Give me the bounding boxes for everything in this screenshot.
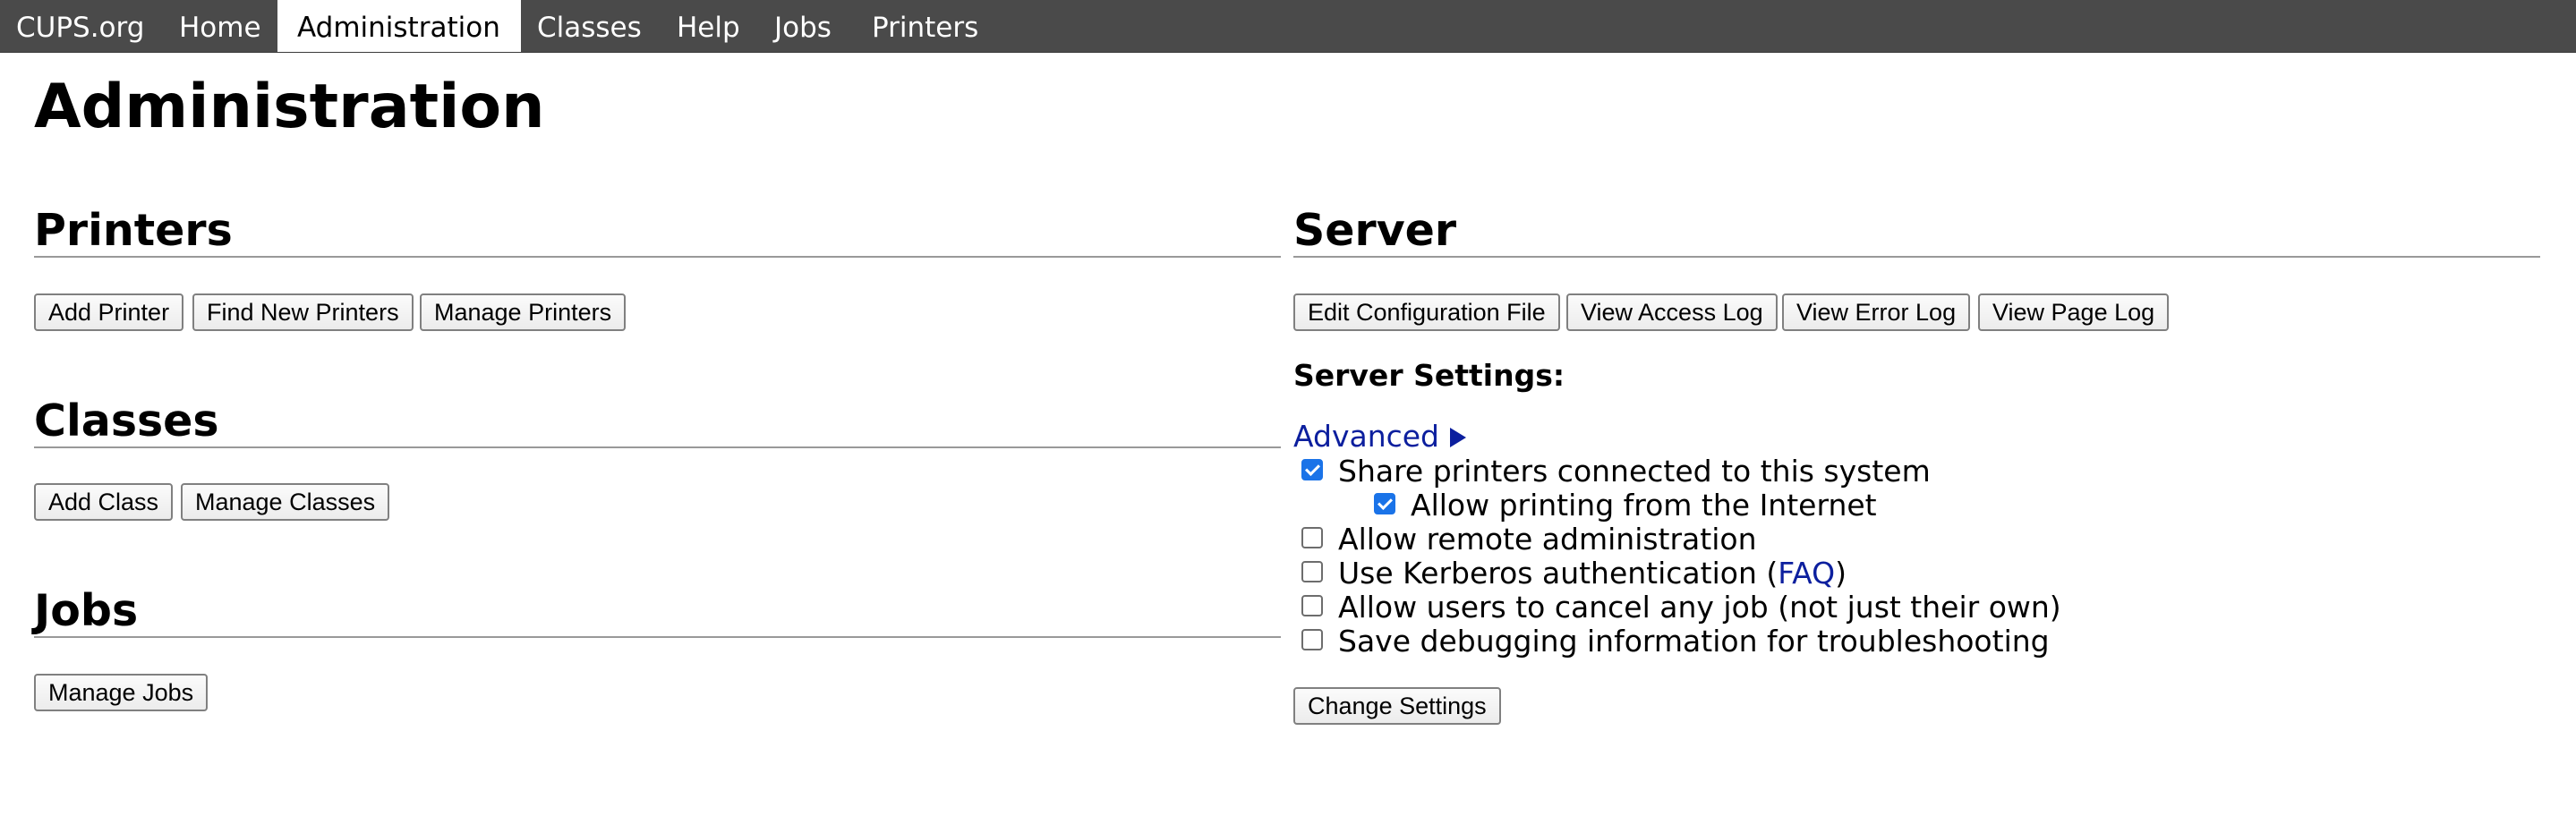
share-printers-label: Share printers connected to this system: [1338, 454, 1931, 489]
manage-jobs-button[interactable]: Manage Jobs: [34, 674, 209, 711]
cancel-any-job-label: Allow users to cancel any job (not just …: [1338, 590, 2061, 625]
kerberos-authentication-label: Use Kerberos authentication (FAQ): [1338, 558, 1847, 588]
share-printers-checkbox[interactable]: [1301, 459, 1323, 480]
view-error-log-button[interactable]: View Error Log: [1782, 293, 1971, 331]
kerberos-label-close: ): [1835, 556, 1847, 591]
nav-cups-org[interactable]: CUPS.org: [0, 0, 160, 52]
edit-configuration-file-button[interactable]: Edit Configuration File: [1293, 293, 1560, 331]
server-divider: [1293, 256, 2540, 258]
nav-classes[interactable]: Classes: [521, 0, 658, 52]
printers-divider: [34, 256, 1281, 258]
printers-heading: Printers: [34, 205, 233, 256]
nav-administration[interactable]: Administration: [277, 0, 521, 52]
server-heading: Server: [1293, 205, 1457, 256]
manage-classes-button[interactable]: Manage Classes: [181, 483, 390, 521]
nav-help[interactable]: Help: [661, 0, 756, 52]
cups-admin-page: CUPS.org Home Administration Classes Hel…: [0, 0, 2576, 816]
manage-printers-button[interactable]: Manage Printers: [420, 293, 627, 331]
nav-printers[interactable]: Printers: [856, 0, 994, 52]
jobs-heading: Jobs: [34, 585, 139, 636]
allow-internet-printing-checkbox[interactable]: [1374, 493, 1395, 514]
debug-logging-checkbox[interactable]: [1301, 629, 1323, 650]
jobs-divider: [34, 636, 1281, 638]
kerberos-authentication-checkbox[interactable]: [1301, 561, 1323, 582]
faq-link[interactable]: FAQ: [1778, 556, 1835, 591]
classes-heading: Classes: [34, 395, 219, 446]
kerberos-label-text: Use Kerberos authentication (: [1338, 556, 1778, 591]
page-title: Administration: [34, 72, 545, 142]
advanced-toggle[interactable]: Advanced: [1293, 419, 1467, 454]
server-settings-label: Server Settings:: [1293, 358, 1565, 393]
remote-administration-label: Allow remote administration: [1338, 522, 1757, 557]
nav-home[interactable]: Home: [163, 0, 277, 52]
disclosure-arrow-icon: [1450, 428, 1467, 447]
cancel-any-job-checkbox[interactable]: [1301, 595, 1323, 616]
debug-logging-label: Save debugging information for troublesh…: [1338, 624, 2050, 659]
top-navigation-bar: CUPS.org Home Administration Classes Hel…: [0, 0, 2576, 53]
view-access-log-button[interactable]: View Access Log: [1566, 293, 1778, 331]
remote-administration-checkbox[interactable]: [1301, 527, 1323, 548]
nav-jobs[interactable]: Jobs: [758, 0, 848, 52]
allow-internet-printing-label: Allow printing from the Internet: [1411, 488, 1877, 523]
view-page-log-button[interactable]: View Page Log: [1978, 293, 2170, 331]
change-settings-button[interactable]: Change Settings: [1293, 687, 1501, 725]
find-new-printers-button[interactable]: Find New Printers: [192, 293, 414, 331]
classes-divider: [34, 446, 1281, 448]
advanced-label: Advanced: [1293, 419, 1440, 454]
add-printer-button[interactable]: Add Printer: [34, 293, 184, 331]
add-class-button[interactable]: Add Class: [34, 483, 174, 521]
